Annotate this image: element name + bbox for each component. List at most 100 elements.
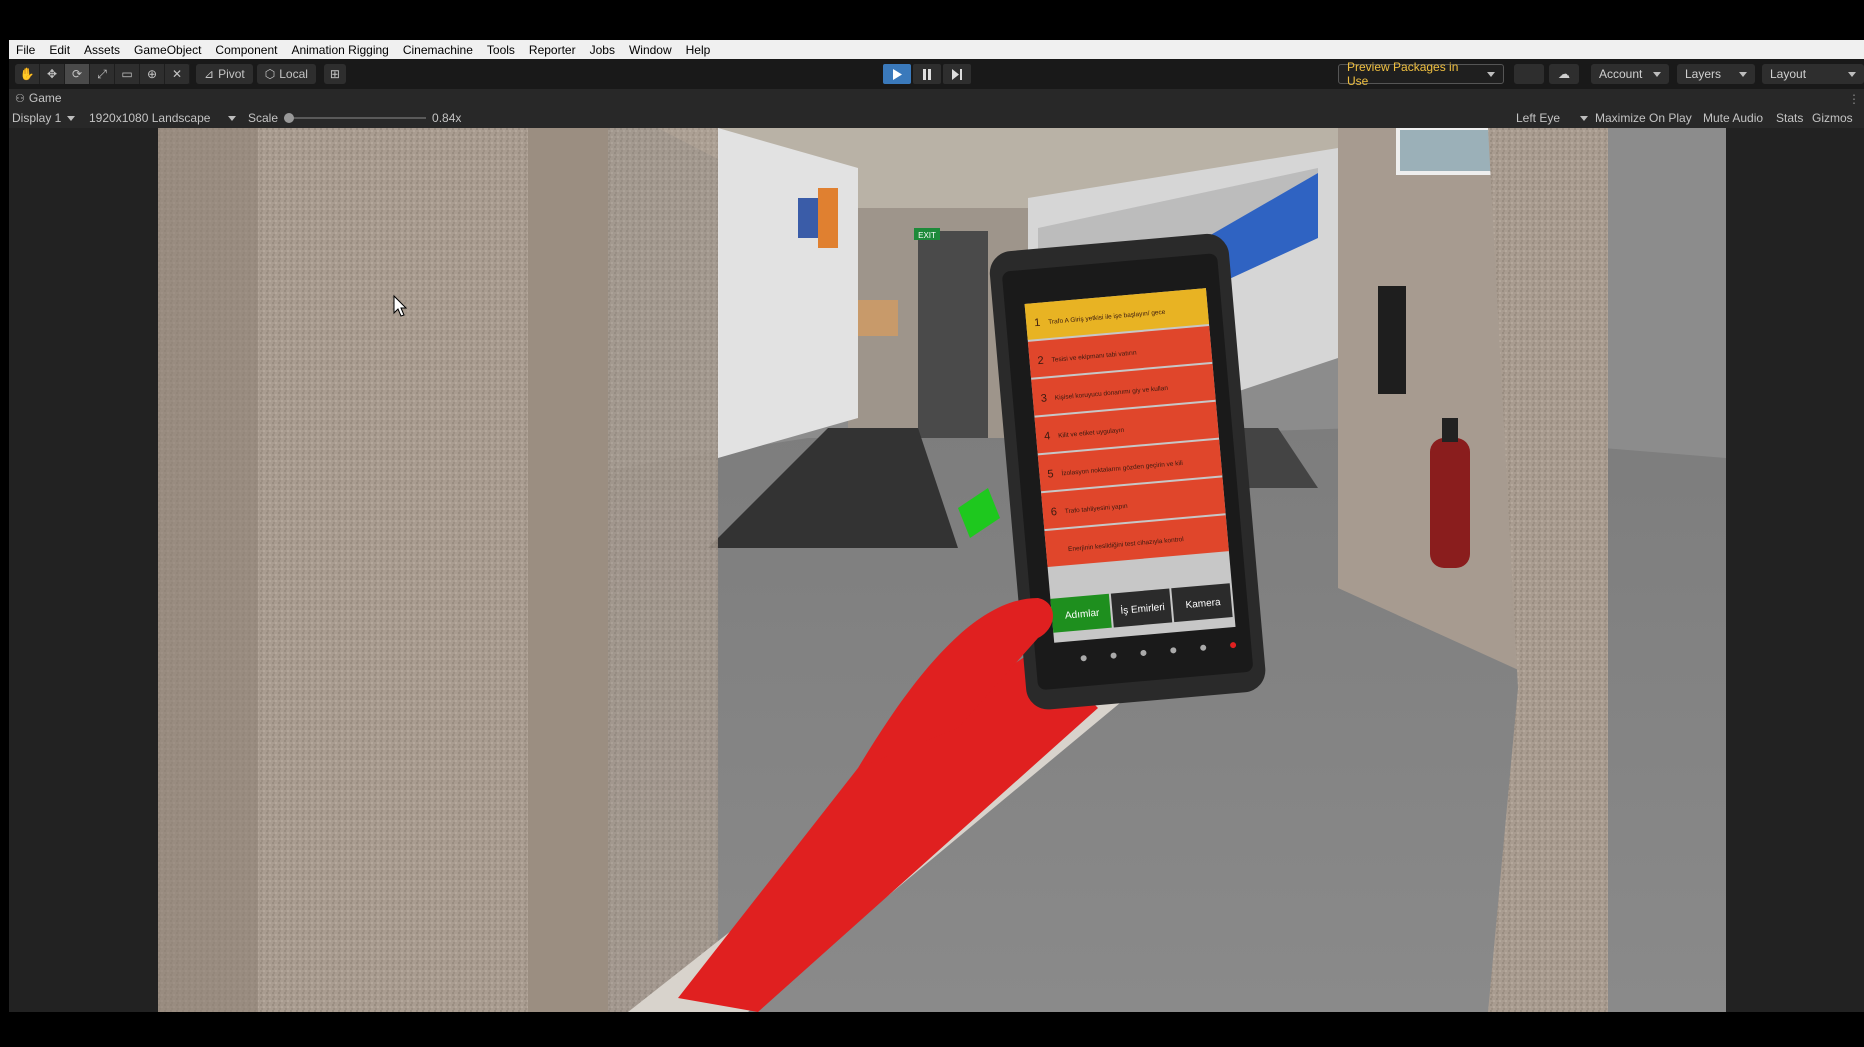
layers-label: Layers [1685, 67, 1722, 81]
main-toolbar: ✋ ✥ ⟳ ⤢ ▭ ⊕ ✕ ⊿ Pivot ⬡ Local ⊞ Preview … [9, 59, 1864, 89]
scale-label: Scale [248, 111, 279, 125]
pause-button[interactable] [913, 64, 941, 84]
scale-slider[interactable] [284, 110, 427, 126]
steps-list: 1 Trafo A Giriş yetkisi ile işe başlayın/… [1024, 288, 1229, 568]
rotate-tool-button[interactable]: ⟳ [65, 64, 90, 84]
game-tab[interactable]: ⚇ Game [15, 91, 62, 105]
menu-cinemachine[interactable]: Cinemachine [396, 43, 480, 57]
menu-assets[interactable]: Assets [77, 43, 127, 57]
gizmos-label: Gizmos [1812, 111, 1853, 125]
eye-value: Left Eye [1516, 111, 1561, 125]
fire-extinguisher [1430, 438, 1470, 568]
screen-bottom-border [0, 1012, 1864, 1047]
menu-tools[interactable]: Tools [480, 43, 522, 57]
scale-slider-thumb[interactable] [284, 113, 295, 123]
scale-slider-track [284, 117, 427, 119]
menu-gameobject[interactable]: GameObject [127, 43, 208, 57]
fire-extinguisher-valve [1442, 418, 1458, 442]
cabinet-label [818, 188, 838, 248]
menu-edit[interactable]: Edit [42, 43, 77, 57]
rotate-icon: ⟳ [71, 67, 83, 81]
layout-dropdown[interactable]: Layout [1762, 64, 1864, 84]
left-column [608, 128, 718, 1012]
gizmos-toggle[interactable]: Gizmos [1812, 110, 1853, 126]
menu-reporter[interactable]: Reporter [522, 43, 583, 57]
cabinet-panel [798, 198, 818, 238]
local-label: Local [279, 67, 308, 81]
step-number: 2 [1037, 355, 1044, 367]
game-view-header: ⚇ Game ⋮ [9, 89, 1864, 108]
rect-tool-button[interactable]: ▭ [115, 64, 140, 84]
custom-tool-button[interactable]: ✕ [165, 64, 190, 84]
resolution-dropdown[interactable]: 1920x1080 Landscape [89, 110, 237, 126]
transform-tool-button[interactable]: ⊕ [140, 64, 165, 84]
game-view-controls: Display 1 1920x1080 Landscape Scale 0.84… [9, 108, 1864, 128]
more-options-icon[interactable]: ⋮ [1848, 92, 1860, 106]
pivot-label: Pivot [218, 67, 245, 81]
grid-snap-button[interactable]: ⊞ [323, 64, 346, 84]
cloud-button[interactable]: ☁ [1549, 64, 1579, 84]
left-cabinet [718, 128, 858, 458]
preview-packages-label: Preview Packages in Use [1347, 60, 1459, 88]
transform-icon: ⊕ [146, 67, 158, 81]
step-number: 3 [1040, 392, 1047, 404]
window-left-border [0, 40, 9, 1012]
menu-animation-rigging[interactable]: Animation Rigging [284, 43, 395, 57]
move-icon: ✥ [46, 67, 58, 81]
hand-icon: ✋ [19, 67, 35, 81]
scale-tool-button[interactable]: ⤢ [90, 64, 115, 84]
cloud-icon: ☁ [1558, 67, 1570, 81]
pivot-icon: ⊿ [204, 67, 215, 81]
menu-file[interactable]: File [9, 43, 42, 57]
step-number: 4 [1044, 430, 1051, 442]
local-icon: ⬡ [264, 67, 276, 81]
eye-dropdown[interactable]: Left Eye [1516, 110, 1589, 126]
gamepad-icon: ⚇ [15, 92, 25, 105]
play-icon [893, 68, 902, 80]
exit-sign-text: EXIT [918, 231, 936, 240]
display-dropdown[interactable]: Display 1 [12, 110, 76, 126]
mute-audio-toggle[interactable]: Mute Audio [1703, 110, 1763, 126]
game-tab-title: Game [28, 91, 62, 105]
preview-packages-button[interactable]: Preview Packages in Use [1338, 60, 1504, 88]
step-number: 1 [1034, 317, 1041, 329]
hand-tool-button[interactable]: ✋ [15, 64, 40, 84]
step-number: 5 [1047, 468, 1054, 480]
chevron-down-icon [67, 115, 76, 121]
screen-top-border [0, 0, 1864, 40]
maximize-on-play-toggle[interactable]: Maximize On Play [1595, 110, 1692, 126]
chevron-down-icon [1848, 71, 1856, 77]
chevron-down-icon [1580, 115, 1589, 121]
pillar-side [528, 128, 608, 1012]
menu-component[interactable]: Component [208, 43, 284, 57]
mute-audio-label: Mute Audio [1703, 111, 1764, 125]
layout-label: Layout [1770, 67, 1807, 81]
move-tool-button[interactable]: ✥ [40, 64, 65, 84]
layers-dropdown[interactable]: Layers [1677, 64, 1755, 84]
account-label: Account [1599, 67, 1643, 81]
menu-jobs[interactable]: Jobs [583, 43, 622, 57]
chevron-down-icon [1653, 71, 1661, 77]
local-toggle[interactable]: ⬡ Local [256, 64, 316, 84]
chevron-down-icon [228, 115, 237, 121]
grid-icon: ⊞ [329, 67, 340, 81]
back-door [918, 231, 988, 451]
menu-window[interactable]: Window [622, 43, 679, 57]
playmode-controls [883, 64, 971, 84]
stats-toggle[interactable]: Stats [1776, 110, 1803, 126]
scene-render: EXIT 1 Trafo A Giriş yetkisi ile işe baş… [158, 128, 1726, 1012]
transform-tools: ✋ ✥ ⟳ ⤢ ▭ ⊕ ✕ [15, 64, 190, 84]
crate [858, 300, 898, 336]
game-viewport[interactable]: EXIT 1 Trafo A Giriş yetkisi ile işe baş… [158, 128, 1726, 1012]
pivot-toggle[interactable]: ⊿ Pivot [196, 64, 253, 84]
collab-button[interactable] [1514, 64, 1544, 84]
step-button[interactable] [943, 64, 971, 84]
account-dropdown[interactable]: Account [1591, 64, 1669, 84]
stats-label: Stats [1776, 111, 1804, 125]
play-button[interactable] [883, 64, 911, 84]
step-icon [951, 68, 962, 80]
tools-icon: ✕ [171, 67, 183, 81]
menu-help[interactable]: Help [679, 43, 718, 57]
menu-bar: File Edit Assets GameObject Component An… [9, 40, 1864, 59]
left-pillar-shadow [158, 128, 258, 1012]
